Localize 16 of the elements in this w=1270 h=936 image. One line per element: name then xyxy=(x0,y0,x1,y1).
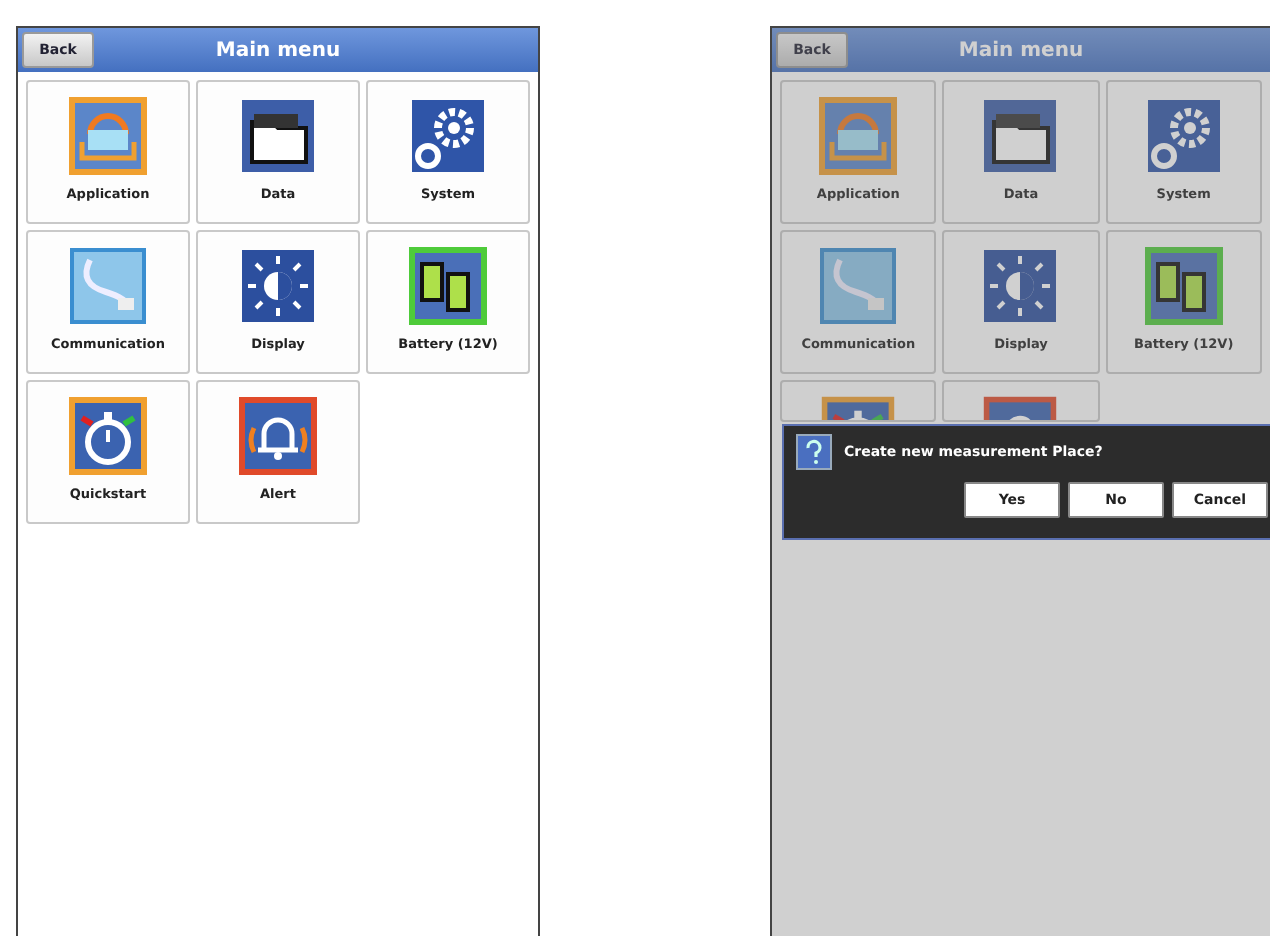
brightness-icon xyxy=(236,244,320,328)
folder-icon xyxy=(236,94,320,178)
cable-icon xyxy=(66,244,150,328)
screen-title: Main menu xyxy=(958,37,1084,65)
cable-icon xyxy=(816,244,901,328)
application-icon xyxy=(816,94,901,178)
screen-title: Main menu xyxy=(215,37,341,65)
question-icon xyxy=(796,434,832,470)
stopwatch-icon xyxy=(66,394,150,478)
bell-icon xyxy=(236,394,320,478)
menu-tile[interactable] xyxy=(942,380,1100,422)
battery-icon xyxy=(406,244,490,328)
battery-icon xyxy=(1141,244,1226,328)
menu-tile[interactable] xyxy=(780,380,937,422)
application-icon xyxy=(66,94,150,178)
gear-icon xyxy=(406,94,490,178)
